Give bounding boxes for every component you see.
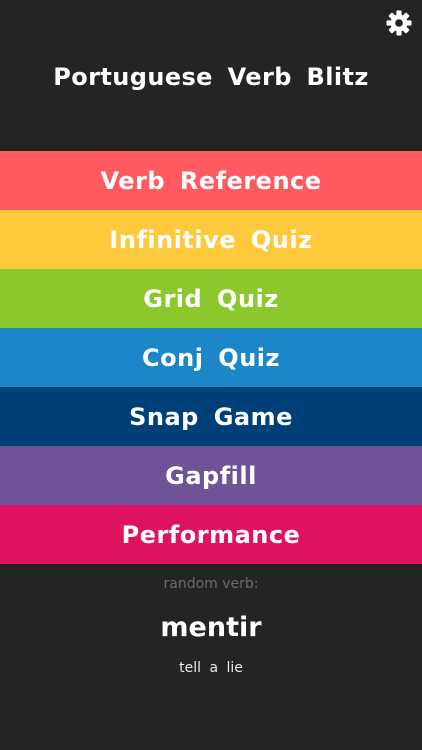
menu-item-gapfill[interactable]: Gapfill xyxy=(0,446,422,505)
random-verb-meaning: tell a lie xyxy=(179,660,243,676)
random-verb-label: random verb: xyxy=(163,576,259,592)
main-menu: Verb Reference Infinitive Quiz Grid Quiz… xyxy=(0,151,422,564)
gear-icon xyxy=(386,10,412,36)
menu-item-infinitive-quiz[interactable]: Infinitive Quiz xyxy=(0,210,422,269)
menu-item-performance[interactable]: Performance xyxy=(0,505,422,564)
page-title: Portuguese Verb Blitz xyxy=(53,63,369,91)
menu-item-verb-reference[interactable]: Verb Reference xyxy=(0,151,422,210)
menu-item-snap-game[interactable]: Snap Game xyxy=(0,387,422,446)
random-verb[interactable]: mentir xyxy=(0,609,422,647)
menu-item-grid-quiz[interactable]: Grid Quiz xyxy=(0,269,422,328)
menu-item-conj-quiz[interactable]: Conj Quiz xyxy=(0,328,422,387)
settings-button[interactable] xyxy=(386,10,412,36)
